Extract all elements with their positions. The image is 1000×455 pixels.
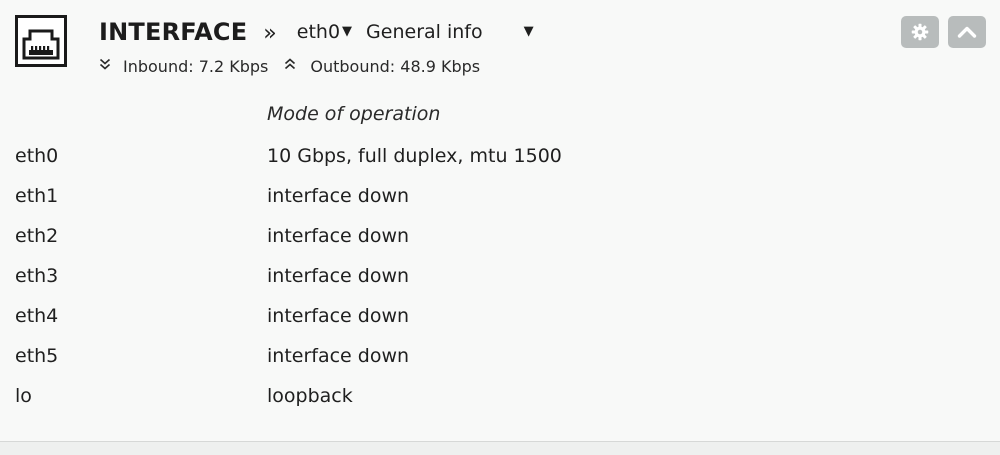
collapse-button[interactable] [948, 16, 986, 48]
interface-widget: INTERFACE » eth0 ▼ General info ▼ Inboun… [0, 0, 1000, 442]
interface-name: eth4 [15, 305, 59, 327]
inbound-rate: Inbound: 7.2 Kbps [123, 56, 269, 76]
caret-down-icon: ▼ [523, 23, 534, 39]
interface-mode: interface down [267, 265, 410, 287]
interface-mode: interface down [267, 305, 410, 327]
settings-button[interactable] [901, 16, 939, 48]
table-row: eth3 interface down [0, 256, 1000, 296]
gear-icon [911, 23, 929, 41]
chevron-up-icon [957, 26, 977, 38]
interface-name: eth5 [15, 345, 59, 367]
page-background [0, 442, 1000, 455]
outbound-rate: Outbound: 48.9 Kbps [310, 56, 481, 76]
interface-name: eth1 [15, 185, 59, 207]
interface-select-value: eth0 [296, 21, 341, 43]
table-row: eth0 10 Gbps, full duplex, mtu 1500 [0, 136, 1000, 176]
double-chevron-down-icon [99, 58, 111, 74]
table-row: lo loopback [0, 376, 1000, 416]
double-chevron-up-icon [284, 58, 296, 74]
interface-mode: 10 Gbps, full duplex, mtu 1500 [267, 145, 562, 167]
interface-name: eth3 [15, 265, 59, 287]
interface-name: eth0 [15, 145, 59, 167]
header-title-row: INTERFACE » eth0 ▼ General info ▼ [99, 15, 534, 49]
interface-name: eth2 [15, 225, 59, 247]
interface-mode: loopback [267, 385, 353, 407]
caret-down-icon: ▼ [342, 23, 353, 39]
widget-title: INTERFACE [99, 18, 248, 46]
ethernet-port-icon [15, 15, 67, 67]
column-header-mode: Mode of operation [267, 103, 441, 125]
table-row: eth1 interface down [0, 176, 1000, 216]
interface-mode: interface down [267, 225, 410, 247]
interface-mode: interface down [267, 185, 410, 207]
table-row: eth2 interface down [0, 216, 1000, 256]
view-select-value: General info [366, 21, 483, 43]
interface-mode: interface down [267, 345, 410, 367]
view-select[interactable]: General info ▼ [366, 21, 534, 43]
breadcrumb-separator: » [263, 20, 277, 46]
interface-table: eth0 10 Gbps, full duplex, mtu 1500 eth1… [0, 136, 1000, 416]
traffic-stats: Inbound: 7.2 Kbps Outbound: 48.9 Kbps [99, 55, 480, 77]
table-row: eth4 interface down [0, 296, 1000, 336]
table-row: eth5 interface down [0, 336, 1000, 376]
interface-name: lo [15, 385, 32, 407]
interface-select[interactable]: eth0 ▼ [297, 21, 352, 43]
